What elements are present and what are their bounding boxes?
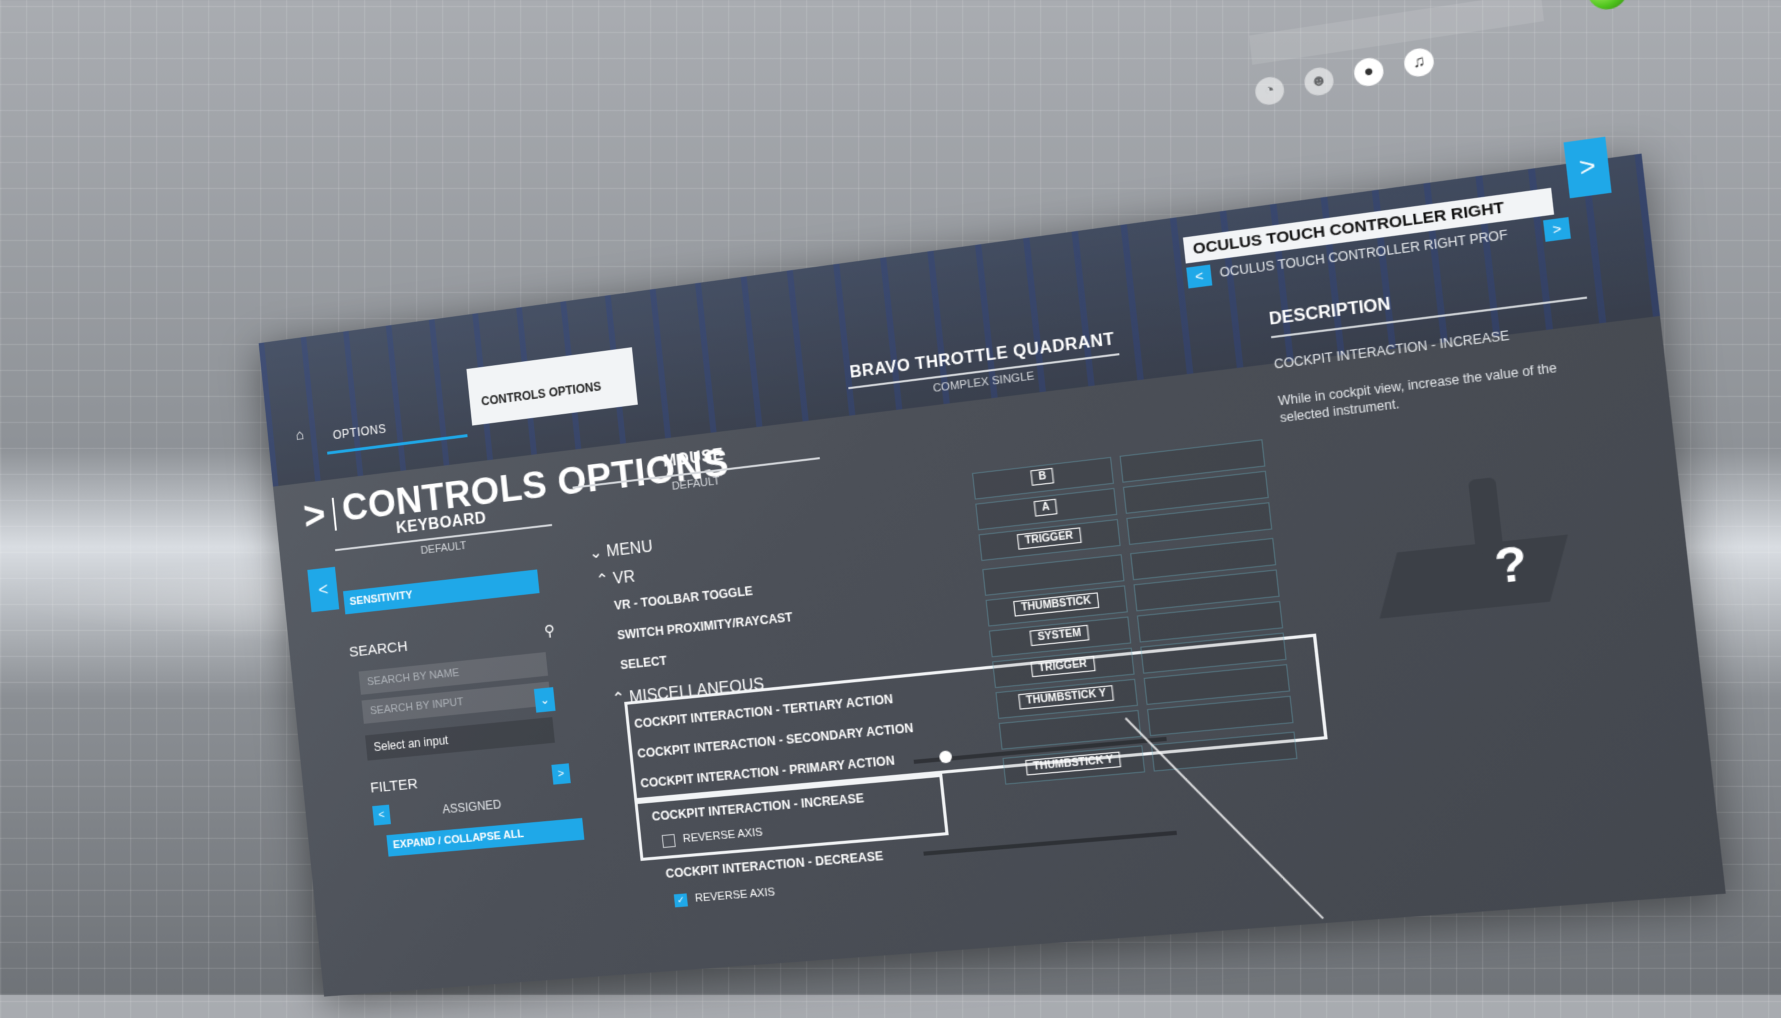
chevron-right-icon: > (301, 493, 328, 539)
friends-icon[interactable]: ☻ (1303, 65, 1335, 98)
category-label: VR (612, 568, 636, 588)
reverse-axis-checkbox[interactable] (661, 833, 676, 849)
key-badge: THUMBSTICK Y (1018, 685, 1115, 710)
device-base-shape (1379, 534, 1568, 619)
notifications-icon[interactable]: ♫ (1402, 46, 1436, 79)
key-badge: A (1033, 498, 1058, 517)
prev-device-button[interactable]: < (307, 566, 340, 613)
chevron-left-icon[interactable]: < (372, 804, 391, 826)
reverse-axis-label: REVERSE AXIS (682, 826, 764, 846)
next-device-button[interactable]: > (1563, 136, 1612, 199)
chevron-down-icon[interactable]: ⌄ (533, 687, 556, 713)
key-badge: THUMBSTICK Y (1025, 751, 1122, 776)
device-illustration: ? (1365, 458, 1588, 640)
activity-icon[interactable]: ◔ (1253, 75, 1286, 107)
category-label: MENU (605, 538, 654, 561)
select-input-value: Select an input (373, 733, 449, 755)
key-badge: B (1030, 467, 1055, 486)
key-badge: SYSTEM (1029, 624, 1090, 647)
search-icon[interactable]: ⚲ (543, 622, 555, 640)
filter-value: ASSIGNED (441, 797, 502, 817)
chevron-right-icon[interactable]: > (551, 763, 571, 785)
question-mark-icon: ? (1491, 534, 1531, 594)
chevron-right-icon[interactable]: > (1543, 217, 1571, 242)
key-badge: TRIGGER (1030, 655, 1096, 678)
key-badge: THUMBSTICK (1013, 592, 1100, 617)
binding-label: SELECT (619, 653, 668, 673)
key-badge: TRIGGER (1016, 527, 1082, 550)
reverse-axis-label: REVERSE AXIS (694, 886, 776, 906)
chevron-left-icon[interactable]: < (1186, 264, 1213, 289)
reverse-axis-checkbox-checked[interactable]: ✓ (673, 893, 688, 908)
home-icon[interactable]: ⌂ (295, 427, 305, 444)
vr-floating-window: ◔ ☻ ● ♫ ⌂ OPTIONS CONTROLS OPTIONS > CON… (210, 0, 1764, 1018)
profile-icon[interactable]: ● (1352, 56, 1385, 88)
